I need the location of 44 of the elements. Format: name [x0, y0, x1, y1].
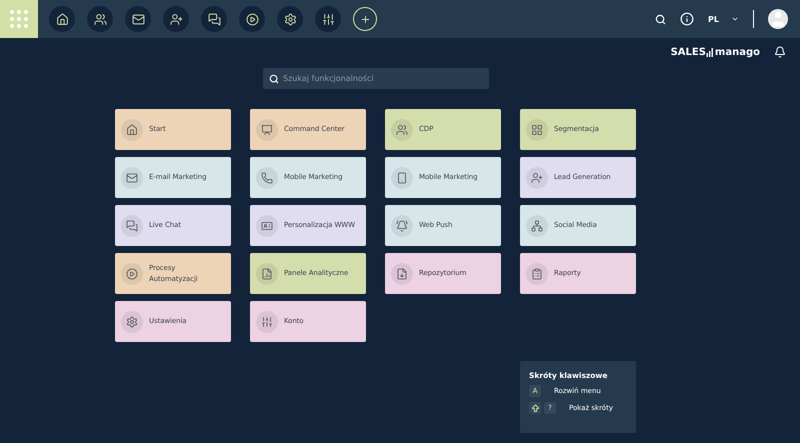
chart-file-icon [256, 262, 278, 284]
nav-button[interactable] [277, 6, 303, 32]
chat-icon [208, 12, 220, 26]
nav-button[interactable] [201, 6, 227, 32]
add-button[interactable] [353, 7, 377, 31]
home-icon [121, 118, 143, 140]
shift-key-icon [529, 402, 541, 414]
file-download-icon [391, 262, 413, 284]
plus-icon [360, 14, 370, 24]
play-icon [121, 262, 143, 284]
add-user-icon [170, 12, 182, 26]
network-icon [526, 214, 548, 236]
clipboard-icon [526, 262, 548, 284]
id-card-icon [256, 214, 278, 236]
users-icon [391, 118, 413, 140]
nav-button[interactable] [315, 6, 341, 32]
logo: SALES manago [670, 46, 760, 58]
sliders-icon [256, 310, 278, 332]
sliders-icon [322, 12, 334, 26]
nav-button[interactable] [49, 6, 75, 32]
chevron-down-icon [731, 15, 739, 23]
bell-icon [391, 214, 413, 236]
settings-icon [121, 310, 143, 332]
search-input[interactable]: Szukaj funkcjonalności [283, 74, 483, 83]
home-icon [56, 12, 68, 26]
chat-icon [121, 214, 143, 236]
mail-icon [121, 166, 143, 188]
users-icon [94, 12, 106, 26]
mail-icon [132, 12, 144, 26]
add-user-icon [526, 166, 548, 188]
info-button[interactable] [680, 12, 694, 26]
nav-button[interactable] [125, 6, 151, 32]
notifications-button[interactable] [774, 46, 786, 58]
nav-button[interactable] [239, 6, 265, 32]
phone-icon [256, 166, 278, 188]
search-icon [269, 74, 279, 84]
nav-button[interactable] [163, 6, 189, 32]
search-button[interactable] [655, 14, 666, 24]
smartphone-icon [391, 166, 413, 188]
nav-button[interactable] [87, 6, 113, 32]
avatar[interactable] [768, 9, 788, 29]
language-selector[interactable]: PL [708, 14, 739, 24]
search-field[interactable]: Szukaj funkcjonalności [263, 68, 489, 89]
settings-icon [284, 12, 296, 26]
